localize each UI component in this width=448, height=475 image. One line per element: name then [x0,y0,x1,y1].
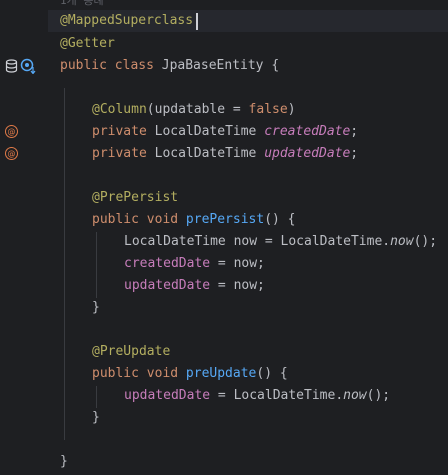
keyword-public-void: public void [92,366,186,381]
keyword-false: false [248,102,288,117]
column-args: (updatable = [146,102,249,117]
code-line-16: @PreUpdate [92,341,170,363]
code-line-14: } [92,300,100,315]
method-signature-rest: () { [264,212,296,227]
code-line-5: @Column(updatable = false) [92,99,296,121]
code-line-17: public void preUpdate() { [92,363,288,385]
keyword-public-void: public void [92,212,186,227]
field-createddate: createdDate [124,256,211,271]
indent-guide [64,88,65,440]
keyword-public-class: public class [60,58,162,73]
column-mapping-icon[interactable]: @ [5,125,18,138]
column-mapping-icon[interactable]: @ [5,147,18,160]
semicolon: ; [350,146,359,161]
assignment-localdatetime: = LocalDateTime. [210,388,344,403]
column-args-close: ) [287,102,296,117]
code-line-6: private LocalDateTime createdDate; [92,121,358,143]
method-preupdate: preUpdate [185,366,257,381]
annotation-column: @Column [92,102,147,117]
annotation-mappedsuperclass: @MappedSuperclass [60,13,194,28]
annotation-getter: @Getter [60,36,115,51]
statement-end: (); [366,388,391,403]
static-call-now: now [390,234,414,249]
code-line-13: updatedDate = now; [124,275,265,297]
statement-now-decl: LocalDateTime now = LocalDateTime. [124,234,391,249]
type-localdatetime: LocalDateTime [154,146,265,161]
assignment-now: = now; [210,278,265,293]
statement-end: (); [413,234,438,249]
code-line-19: } [92,410,100,425]
code-line-7: private LocalDateTime updatedDate; [92,143,358,165]
code-line-10: public void prePersist() { [92,209,296,231]
indent-guide [96,386,97,408]
field-createddate: createdDate [264,124,351,139]
assignment-now: = now; [210,256,265,271]
field-updateddate: updatedDate [124,278,211,293]
code-line-21: } [60,454,68,469]
field-updateddate: updatedDate [124,388,211,403]
code-line-11: LocalDateTime now = LocalDateTime.now(); [124,231,437,253]
keyword-private: private [92,124,155,139]
field-updateddate: updatedDate [264,146,351,161]
code-line-12: createdDate = now; [124,253,265,275]
keyword-private: private [92,146,155,161]
static-call-now: now [343,388,367,403]
semicolon: ; [350,124,359,139]
method-prepersist: prePersist [185,212,265,227]
annotation-preupdate: @PreUpdate [92,344,171,359]
indent-guide [96,232,97,298]
text-caret [196,13,198,30]
type-localdatetime: LocalDateTime [154,124,265,139]
annotation-prepersist: @PrePersist [92,190,179,205]
code-line-1: @MappedSuperclass [60,10,193,32]
database-icon[interactable] [5,59,18,73]
code-line-2: @Getter [60,33,115,55]
class-name: JpaBaseEntity { [161,58,280,73]
implementation-icon[interactable] [20,58,37,74]
method-signature-rest: () { [256,366,288,381]
code-line-18: updatedDate = LocalDateTime.now(); [124,385,390,407]
code-line-9: @PrePersist [92,187,178,209]
code-line-3: public class JpaBaseEntity { [60,55,279,77]
